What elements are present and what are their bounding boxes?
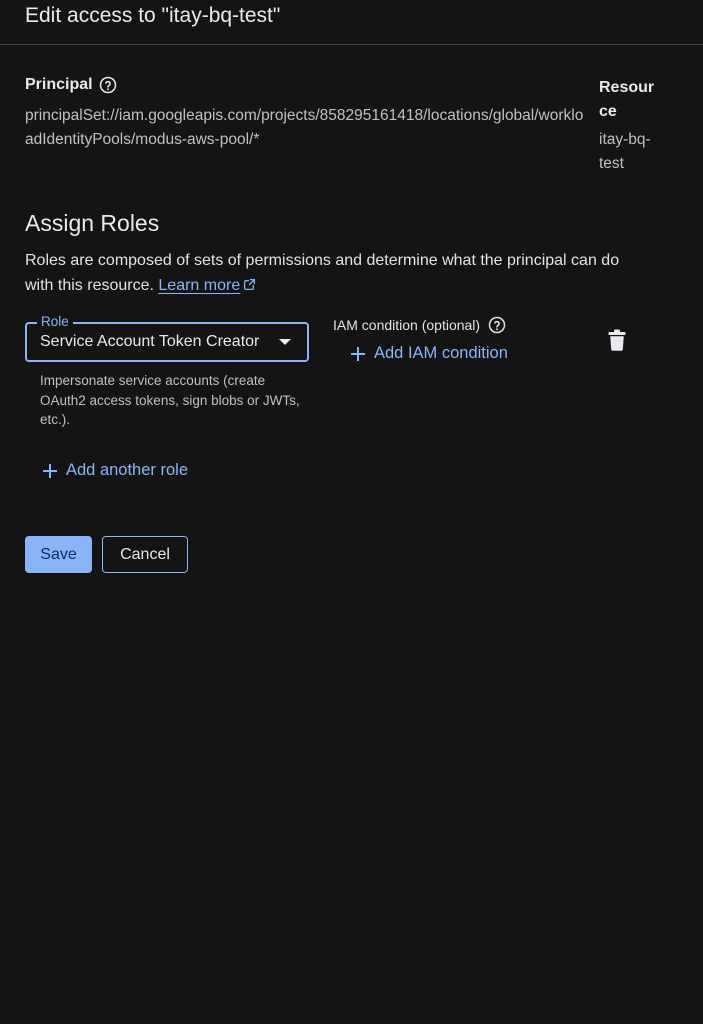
help-icon[interactable] [488,316,506,334]
learn-more-link[interactable]: Learn more [158,277,256,294]
add-another-role-label: Add another role [66,461,189,479]
iam-condition-label-row: IAM condition (optional) [333,316,506,334]
iam-condition-label: IAM condition (optional) [333,317,481,333]
assign-roles-title: Assign Roles [25,210,160,236]
save-button[interactable]: Save [25,536,92,573]
edit-access-dialog: Edit access to "itay-bq-test" Principal … [0,0,703,1024]
title-divider [0,44,703,45]
add-another-role-button[interactable]: Add another role [42,461,188,480]
assign-roles-description: Roles are composed of sets of permission… [25,248,645,298]
learn-more-label: Learn more [158,277,241,294]
plus-icon [43,463,57,478]
role-description: Impersonate service accounts (create OAu… [40,373,300,427]
cancel-button[interactable]: Cancel [102,536,188,573]
principal-label-row: Principal [25,76,117,94]
external-link-icon [244,278,256,291]
principal-value: principalSet://iam.googleapis.com/projec… [25,107,584,148]
principal-label: Principal [25,76,93,93]
dialog-title: Edit access to "itay-bq-test" [25,4,281,27]
resource-label: Resource [599,79,655,120]
plus-icon [351,346,365,361]
help-icon[interactable] [99,76,117,94]
add-iam-condition-label: Add IAM condition [374,344,508,362]
dropdown-arrow-icon [279,339,291,345]
add-iam-condition-button[interactable]: Add IAM condition [350,344,508,363]
role-field-label: Role [37,312,73,332]
resource-value: itay-bq-test [599,131,651,172]
assign-roles-description-text: Roles are composed of sets of permission… [25,252,620,294]
role-select[interactable]: Role Service Account Token Creator [25,312,309,362]
trash-icon[interactable] [608,329,626,351]
role-selected-value: Service Account Token Creator [40,333,260,350]
